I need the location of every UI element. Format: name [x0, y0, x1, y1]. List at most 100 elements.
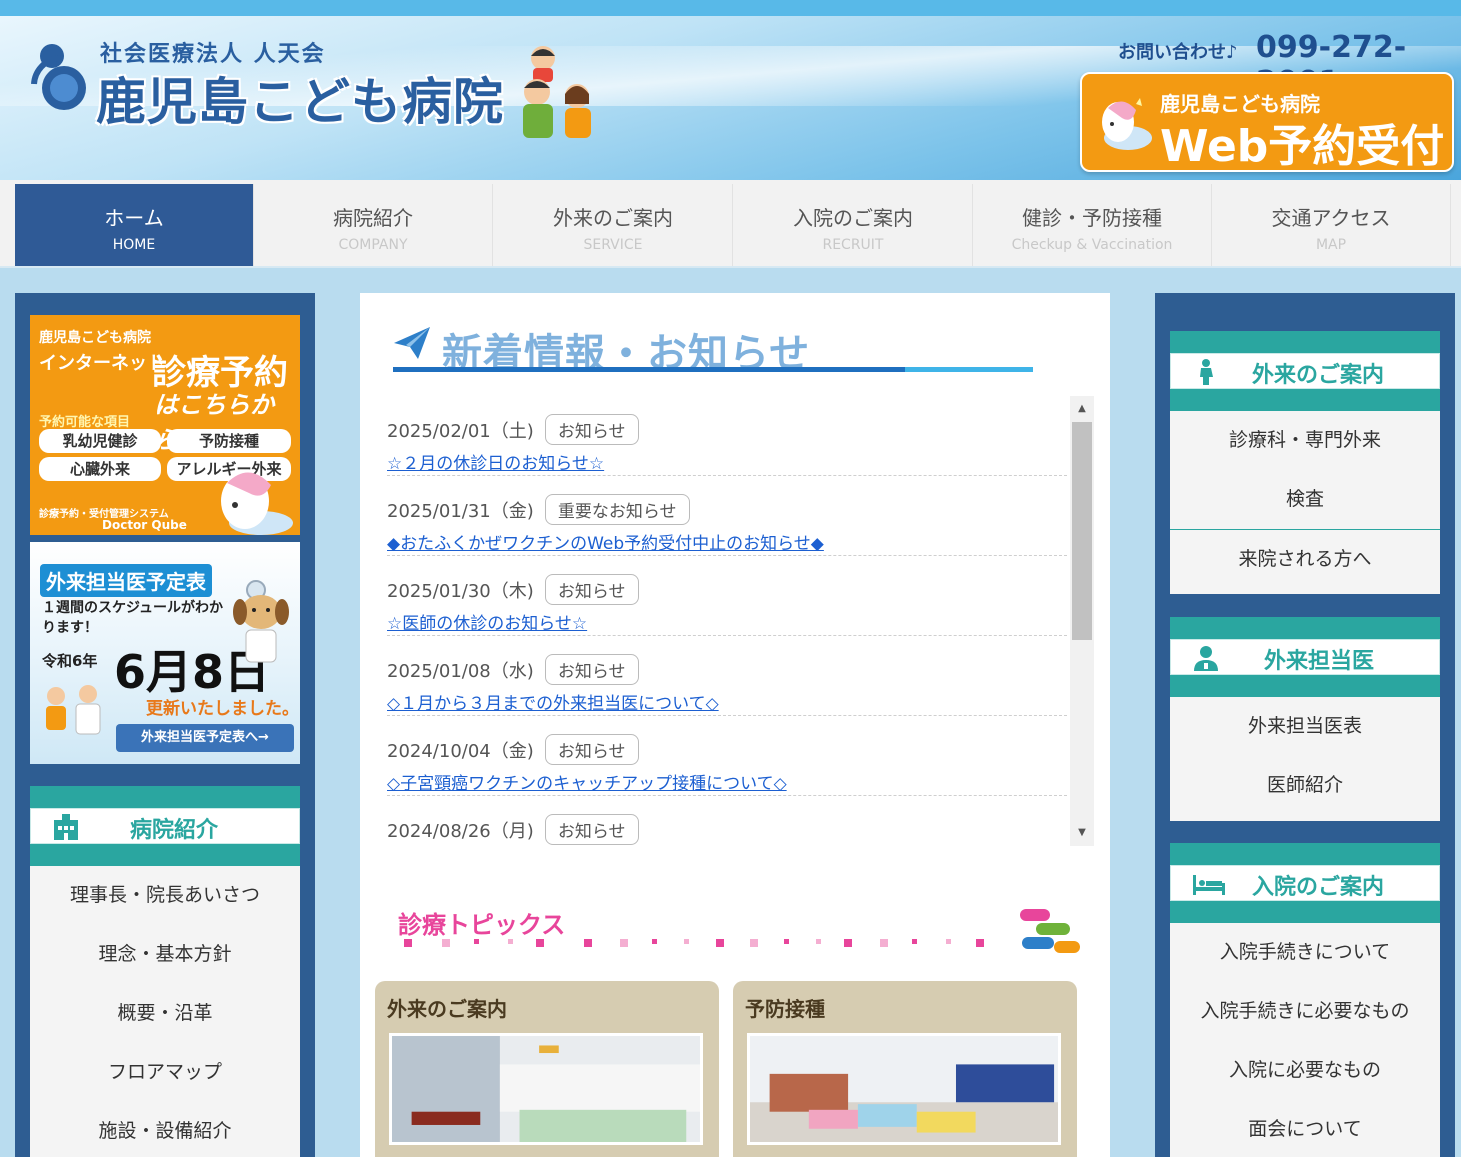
- news-tag: 重要なお知らせ: [544, 494, 690, 525]
- news-date: 2025/01/31（金): [387, 500, 534, 522]
- topic-card-vaccination[interactable]: 予防接種: [733, 981, 1077, 1157]
- menu-item-visiting[interactable]: 面会について: [1170, 1100, 1440, 1157]
- news-tag: お知らせ: [544, 654, 639, 685]
- menu-item-greeting[interactable]: 理事長・院長あいさつ: [30, 866, 300, 925]
- news-row: 2025/01/30（木) お知らせ ☆医師の休診のお知らせ☆: [387, 556, 1067, 636]
- banner-internet: インターネット: [39, 353, 165, 374]
- doctor-dog-icon: [233, 580, 289, 663]
- scroll-down-arrow-icon[interactable]: ▼: [1070, 822, 1094, 844]
- hospital-bed-icon: [1193, 875, 1225, 895]
- nav-sublabel: Checkup & Vaccination: [1011, 237, 1173, 253]
- right-sidebar: 外来のご案内 診療科・専門外来 検査 来院される方へ 外来担当医 外来担当医表 …: [1155, 293, 1455, 1157]
- unicorn-mascot-icon: [221, 472, 293, 535]
- nav-home[interactable]: ホーム HOME: [15, 184, 254, 266]
- capsule-pills-icon: [1020, 909, 1080, 953]
- main-content: 新着情報・お知らせ 2025/02/01（土) お知らせ ☆２月の休診日のお知ら…: [360, 293, 1110, 1157]
- banner-hospital: 鹿児島こども病院: [39, 330, 151, 346]
- news-date: 2024/08/26（月): [387, 820, 534, 842]
- reservation-item: 乳幼児健診: [39, 429, 161, 453]
- nav-label: 外来のご案内: [553, 206, 673, 230]
- hospital-logo-icon[interactable]: [28, 38, 92, 112]
- schedule-banner-era: 令和6年: [42, 652, 98, 670]
- news-date: 2025/01/08（水): [387, 660, 534, 682]
- nav-label: 交通アクセス: [1271, 206, 1391, 230]
- menu-header: 外来のご案内: [1170, 331, 1440, 411]
- news-link[interactable]: ◇１月から３月までの外来担当医について◇: [387, 689, 1067, 714]
- news-link[interactable]: ☆医師の休診のお知らせ☆: [387, 609, 1067, 634]
- menu-item-visitors[interactable]: 来院される方へ: [1170, 529, 1440, 588]
- news-tag: お知らせ: [544, 574, 639, 605]
- reception-photo: [389, 1033, 703, 1145]
- news-link[interactable]: ☆２月の休診日のお知らせ☆: [387, 449, 1067, 474]
- menu-header-foot: [30, 844, 300, 866]
- menu-header: 外来担当医: [1170, 617, 1440, 697]
- menu-item-overview[interactable]: 概要・沿革: [30, 984, 300, 1043]
- nav-sublabel: RECRUIT: [822, 237, 884, 253]
- news-row: 2024/10/04（金) お知らせ ◇子宮頸癌ワクチンのキャッチアップ接種につ…: [387, 716, 1067, 796]
- menu-item-doctor-schedule[interactable]: 外来担当医表: [1170, 697, 1440, 756]
- menu-title: 入院のご案内: [1252, 875, 1385, 900]
- menu-item-admission-documents[interactable]: 入院手続きに必要なもの: [1170, 982, 1440, 1041]
- reservation-item: 予防接種: [167, 429, 291, 453]
- nav-company[interactable]: 病院紹介 COMPANY: [254, 184, 493, 266]
- hospital-name[interactable]: 鹿児島こども病院: [96, 62, 504, 134]
- news-scrollbar[interactable]: ▲ ▼: [1070, 396, 1094, 846]
- paper-plane-icon: [394, 327, 430, 359]
- nav-service[interactable]: 外来のご案内 SERVICE: [494, 184, 733, 266]
- menu-header: 入院のご案内: [1170, 843, 1440, 923]
- topic-card-outpatient[interactable]: 外来のご案内: [375, 981, 719, 1157]
- doctor-schedule-banner[interactable]: 外来担当医予定表 １週間のスケジュールがわかります！ 令和6年 6月8日 更新い…: [30, 542, 300, 764]
- news-tag: お知らせ: [544, 814, 639, 845]
- doctor-icon: [1194, 646, 1218, 671]
- left-sidebar: 鹿児島こども病院 インターネット 診療予約 はこちらから! 予約可能な項目 乳幼…: [15, 293, 315, 1157]
- nav-map[interactable]: 交通アクセス MAP: [1212, 184, 1451, 266]
- scrollbar-thumb[interactable]: [1072, 422, 1092, 640]
- menu-header-foot: [1170, 389, 1440, 411]
- menu-item-tests[interactable]: 検査: [1170, 470, 1440, 529]
- news-list[interactable]: 2025/02/01（土) お知らせ ☆２月の休診日のお知らせ☆ 2025/01…: [387, 396, 1067, 846]
- menu-item-floor-map[interactable]: フロアマップ: [30, 1043, 300, 1102]
- menu-item-doctor-intro[interactable]: 医師紹介: [1170, 756, 1440, 815]
- news-link[interactable]: ◆おたふくかぜワクチンのWeb予約受付中止のお知らせ◆: [387, 529, 1067, 554]
- pregnant-woman-icon: [1200, 359, 1213, 385]
- nav-sublabel: HOME: [112, 237, 156, 253]
- web-reservation-label: Web予約受付: [1160, 121, 1445, 172]
- topic-card-title: 外来のご案内: [387, 997, 507, 1021]
- news-link[interactable]: ◇子宮頸癌ワクチンのキャッチアップ接種について◇: [387, 769, 1067, 794]
- menu-title: 外来担当医: [1264, 649, 1375, 674]
- hospital-info-menu: 病院紹介 理事長・院長あいさつ 理念・基本方針 概要・沿革 フロアマップ 施設・…: [30, 786, 300, 1157]
- inpatient-menu: 入院のご案内 入院手続きについて 入院手続きに必要なもの 入院に必要なもの 面会…: [1170, 843, 1440, 1157]
- schedule-banner-updated: 更新いたしました。: [146, 699, 299, 719]
- nav-sublabel: SERVICE: [583, 237, 643, 253]
- menu-item-admission-items[interactable]: 入院に必要なもの: [1170, 1041, 1440, 1100]
- family-illustration-icon: [523, 46, 591, 138]
- scroll-up-arrow-icon[interactable]: ▲: [1070, 398, 1094, 420]
- nav-recruit[interactable]: 入院のご案内 RECRUIT: [734, 184, 973, 266]
- menu-header-foot: [1170, 675, 1440, 697]
- menu-item-facilities[interactable]: 施設・設備紹介: [30, 1102, 300, 1157]
- news-row: 2025/01/08（水) お知らせ ◇１月から３月までの外来担当医について◇: [387, 636, 1067, 716]
- topics-title: 診療トピックス: [398, 911, 566, 939]
- internet-reservation-banner[interactable]: 鹿児島こども病院 インターネット 診療予約 はこちらから! 予約可能な項目 乳幼…: [30, 315, 300, 535]
- news-row: 2024/08/26（月) お知らせ: [387, 796, 1067, 846]
- menu-item-admission-procedure[interactable]: 入院手続きについて: [1170, 923, 1440, 982]
- web-reservation-button[interactable]: 鹿児島こども病院 Web予約受付: [1080, 72, 1454, 172]
- schedule-banner-desc: １週間のスケジュールがわかります！: [42, 600, 224, 636]
- menu-item-philosophy[interactable]: 理念・基本方針: [30, 925, 300, 984]
- doctor-menu: 外来担当医 外来担当医表 医師紹介: [1170, 617, 1440, 821]
- doctor-patient-icon: [46, 685, 101, 735]
- nav-checkup[interactable]: 健診・予防接種 Checkup & Vaccination: [973, 184, 1212, 266]
- nav-sublabel: MAP: [1315, 237, 1347, 253]
- banner-available-items: 予約可能な項目: [39, 415, 131, 430]
- schedule-banner-title: 外来担当医予定表: [40, 564, 212, 597]
- menu-title: 病院紹介: [130, 818, 219, 843]
- outpatient-menu: 外来のご案内 診療科・専門外来 検査 来院される方へ: [1170, 331, 1440, 594]
- reservation-item: 心臓外来: [39, 457, 161, 481]
- menu-item-departments[interactable]: 診療科・専門外来: [1170, 411, 1440, 470]
- banner-system-name: Doctor Qube: [102, 518, 187, 532]
- schedule-banner-button[interactable]: 外来担当医予定表へ→: [116, 724, 294, 752]
- news-title-underline: [393, 367, 1033, 372]
- menu-title: 外来のご案内: [1252, 363, 1385, 388]
- news-row: 2025/01/31（金) 重要なお知らせ ◆おたふくかぜワクチンのWeb予約受…: [387, 476, 1067, 556]
- contact-label: お問い合わせ♪: [1118, 42, 1238, 63]
